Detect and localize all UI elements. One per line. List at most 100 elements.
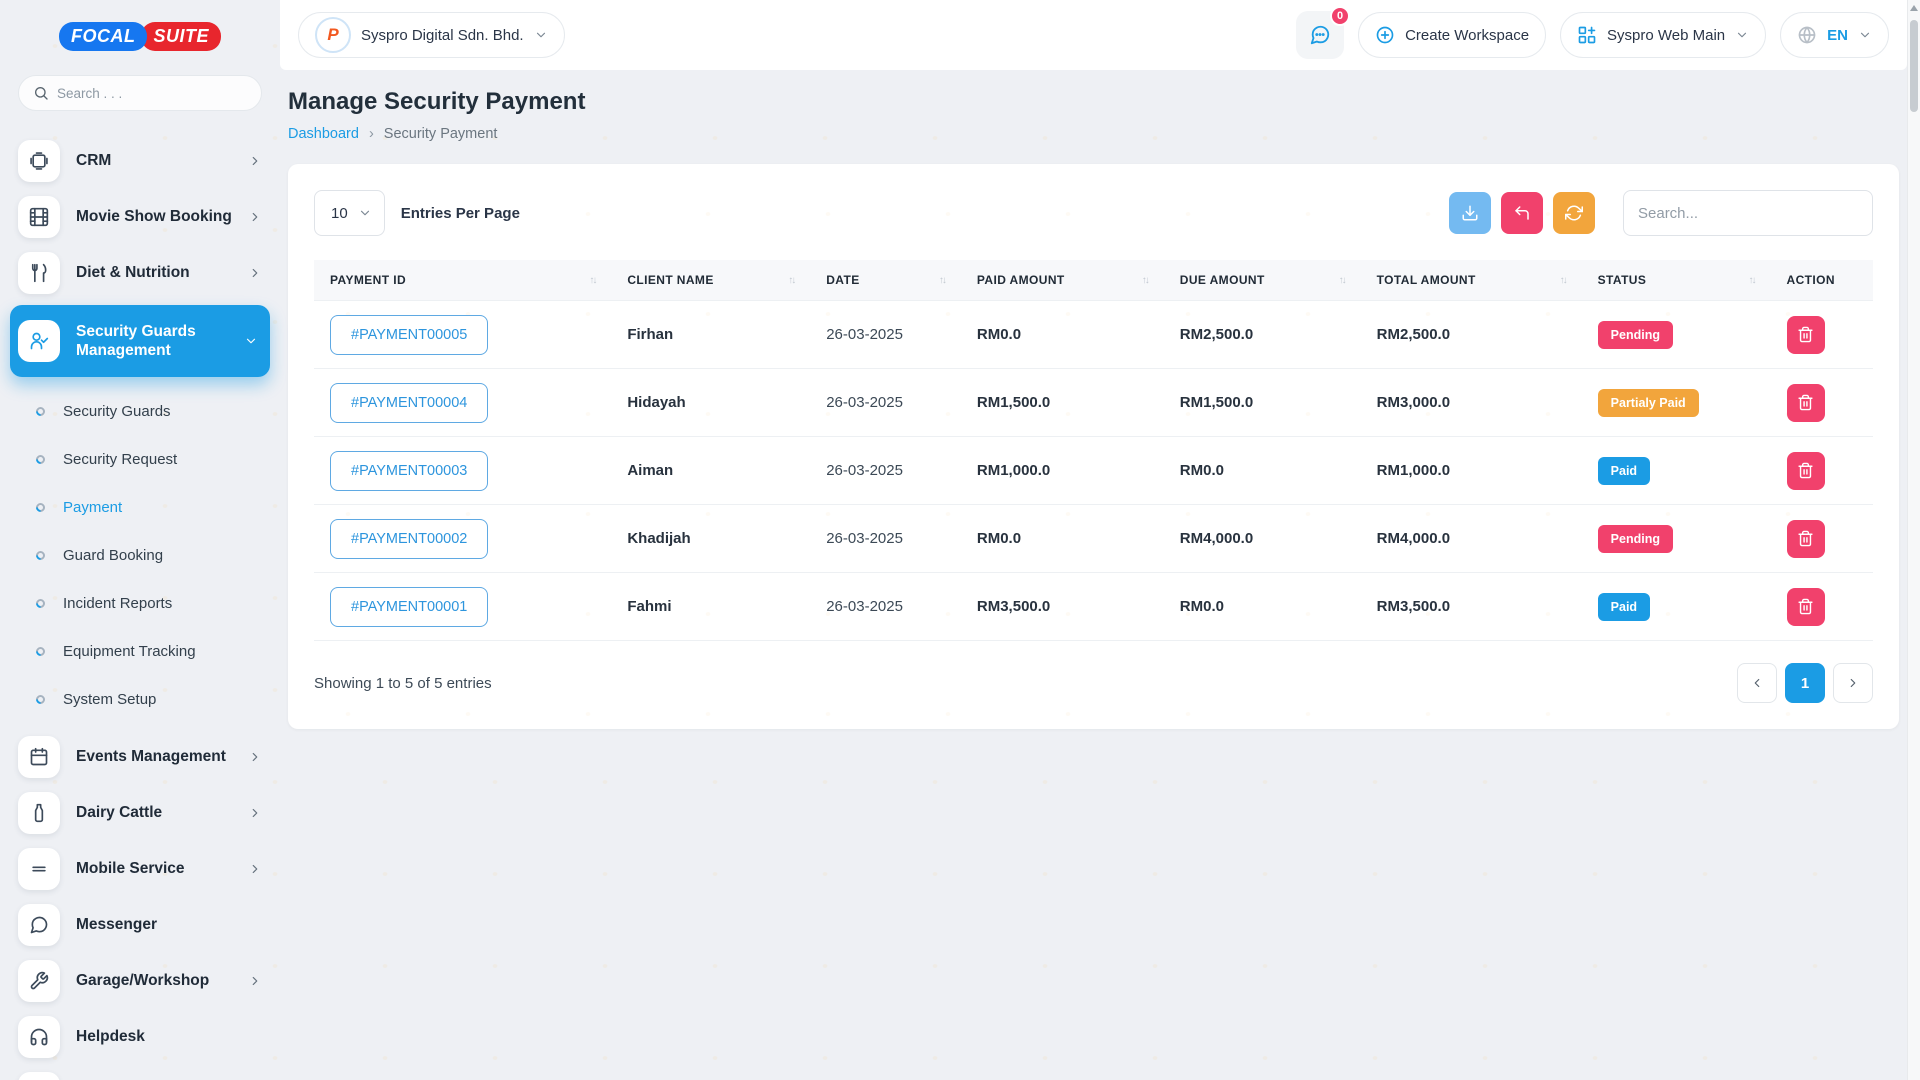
table-row: #PAYMENT00002 Khadijah 26-03-2025 RM0.0 … [314, 504, 1873, 573]
entries-per-page-select[interactable]: 10 [314, 190, 385, 236]
sidebar-item-security-guards-management[interactable]: Security Guards Management [10, 305, 270, 377]
submenu-item-equipment-tracking[interactable]: Equipment Tracking [18, 627, 262, 675]
breadcrumb: Dashboard › Security Payment [288, 126, 1899, 142]
sidebar-item-diet-nutrition[interactable]: Diet & Nutrition [18, 245, 262, 301]
workspace-name: Syspro Digital Sdn. Bhd. [361, 26, 524, 44]
submenu-item-incident-reports[interactable]: Incident Reports [18, 579, 262, 627]
column-header-due-amount[interactable]: DUE AMOUNT ↑↓ [1163, 260, 1361, 301]
sidebar-item-garage-workshop[interactable]: Garage/Workshop [18, 953, 262, 1009]
undo-icon [1513, 204, 1531, 222]
table-controls: 10 Entries Per Page [314, 190, 1873, 236]
sidebar-search-input[interactable] [57, 85, 247, 101]
submenu-item-payment[interactable]: Payment [18, 483, 262, 531]
sidebar-item-label: Messenger [76, 916, 157, 934]
export-button[interactable] [1449, 192, 1491, 234]
pagination: 1 [1737, 663, 1873, 703]
lines-icon [18, 848, 60, 890]
submenu-item-system-setup[interactable]: System Setup [18, 675, 262, 723]
main-area: P Syspro Digital Sdn. Bhd. 0 Create Work… [280, 0, 1920, 1080]
payment-id-button[interactable]: #PAYMENT00003 [330, 450, 489, 491]
chat-bubble-icon [1309, 24, 1331, 46]
paid-amount-cell: RM0.0 [960, 300, 1164, 369]
delete-button[interactable] [1786, 519, 1825, 558]
chevron-down-icon [1858, 28, 1872, 42]
table-search-input[interactable] [1638, 191, 1858, 235]
paid-amount-cell: RM3,500.0 [960, 572, 1164, 641]
logo-suite: SUITE [141, 22, 221, 51]
page-1-button[interactable]: 1 [1785, 663, 1825, 703]
scrollbar-thumb[interactable] [1910, 20, 1918, 112]
sort-icon: ↑↓ [938, 274, 947, 286]
trash-icon [1797, 394, 1814, 411]
previous-page-button[interactable] [1737, 663, 1777, 703]
chevron-down-icon [358, 206, 372, 220]
submenu-item-label: Incident Reports [63, 594, 173, 612]
globe-icon [1797, 25, 1817, 45]
bullet-icon [34, 548, 47, 562]
search-icon [33, 85, 49, 101]
trash-icon [1797, 326, 1814, 343]
sidebar-item-events-management[interactable]: Events Management [18, 729, 262, 785]
client-name-cell: Aiman [611, 436, 811, 505]
sidebar-item-dairy-cattle[interactable]: Dairy Cattle [18, 785, 262, 841]
due-amount-cell: RM0.0 [1163, 572, 1361, 641]
sidebar-item-label: Movie Show Booking [76, 208, 232, 226]
next-page-button[interactable] [1833, 663, 1873, 703]
status-badge: Paid [1597, 592, 1651, 621]
delete-button[interactable] [1786, 587, 1825, 626]
client-name-cell: Hidayah [611, 368, 811, 437]
submenu-item-security-request[interactable]: Security Request [18, 435, 262, 483]
workspace-selector[interactable]: P Syspro Digital Sdn. Bhd. [298, 12, 565, 58]
submenu-item-label: Payment [63, 498, 123, 516]
bullet-icon [34, 500, 47, 514]
payment-id-button[interactable]: #PAYMENT00001 [330, 586, 489, 627]
chat-bubble-icon [18, 904, 60, 946]
column-header-status[interactable]: STATUS ↑↓ [1581, 260, 1771, 301]
submenu-item-label: Guard Booking [63, 546, 164, 564]
plus-circle-icon [1375, 25, 1395, 45]
sidebar-search[interactable] [18, 75, 262, 111]
chat-badge: 0 [1330, 6, 1351, 26]
sidebar-item-label: Mobile Service [76, 860, 185, 878]
delete-button[interactable] [1786, 383, 1825, 422]
table-row: #PAYMENT00001 Fahmi 26-03-2025 RM3,500.0… [314, 572, 1873, 641]
payment-id-button[interactable]: #PAYMENT00005 [330, 314, 489, 355]
grid-plus-icon [1577, 25, 1597, 45]
sidebar-item-crm[interactable]: CRM [18, 133, 262, 189]
submenu-item-guard-booking[interactable]: Guard Booking [18, 531, 262, 579]
submenu-item-security-guards[interactable]: Security Guards [18, 387, 262, 435]
breadcrumb-dashboard-link[interactable]: Dashboard [288, 126, 359, 142]
sidebar-item-movie-show-booking[interactable]: Movie Show Booking [18, 189, 262, 245]
chat-button[interactable]: 0 [1296, 6, 1351, 59]
undo-button[interactable] [1501, 192, 1543, 234]
column-header-client-name[interactable]: CLIENT NAME ↑↓ [611, 260, 811, 301]
create-workspace-label: Create Workspace [1405, 26, 1530, 44]
sidebar-item-messenger[interactable]: Messenger [18, 897, 262, 953]
scroll-up-arrow-icon[interactable] [1908, 0, 1920, 16]
delete-button[interactable] [1786, 315, 1825, 354]
language-selector[interactable]: EN [1780, 12, 1889, 58]
column-header-total-amount[interactable]: TOTAL AMOUNT ↑↓ [1360, 260, 1582, 301]
entries-value: 10 [331, 204, 348, 222]
refresh-button[interactable] [1553, 192, 1595, 234]
sidebar-item-settings[interactable]: Settings [18, 1065, 262, 1080]
column-header-paid-amount[interactable]: PAID AMOUNT ↑↓ [960, 260, 1164, 301]
page-content: Manage Security Payment Dashboard › Secu… [280, 70, 1907, 729]
scrollbar[interactable] [1907, 0, 1920, 1080]
status-badge: Pending [1597, 320, 1673, 349]
payment-id-button[interactable]: #PAYMENT00004 [330, 382, 489, 423]
column-header-date[interactable]: DATE ↑↓ [810, 260, 961, 301]
sidebar-item-helpdesk[interactable]: Helpdesk [18, 1009, 262, 1065]
payment-id-button[interactable]: #PAYMENT00002 [330, 518, 489, 559]
delete-button[interactable] [1786, 451, 1825, 490]
table-search[interactable] [1623, 190, 1873, 236]
sidebar-item-mobile-service[interactable]: Mobile Service [18, 841, 262, 897]
submenu-item-label: Equipment Tracking [63, 642, 196, 660]
sort-icon: ↑↓ [589, 274, 597, 286]
paid-amount-cell: RM1,500.0 [960, 368, 1164, 437]
column-header-payment-id[interactable]: PAYMENT ID ↑↓ [314, 260, 612, 301]
create-workspace-button[interactable]: Create Workspace [1358, 12, 1547, 58]
app-selector[interactable]: Syspro Web Main [1560, 12, 1767, 58]
chevron-right-icon [248, 974, 262, 988]
bullet-icon [34, 644, 47, 658]
